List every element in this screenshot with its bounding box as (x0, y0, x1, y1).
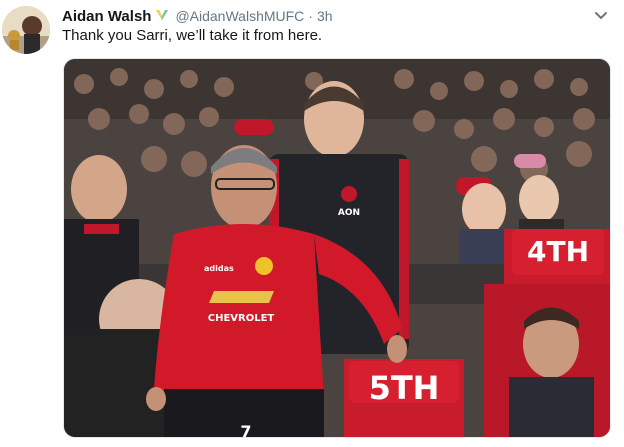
avatar[interactable] (2, 6, 50, 54)
shirt-sponsor: CHEVROLET (208, 313, 275, 324)
verified-badge-icon (155, 8, 169, 24)
shirt-brand: adidas (204, 264, 234, 273)
display-name[interactable]: Aidan Walsh (62, 8, 151, 25)
sign-4th: 4TH (527, 235, 589, 268)
tweet-header: Aidan Walsh @AidanWalshMUFC · 3h (62, 6, 584, 26)
timestamp[interactable]: 3h (317, 8, 333, 24)
user-handle[interactable]: @AidanWalshMUFC (175, 8, 304, 24)
tweet-text: Thank you Sarri, we’ll take it from here… (62, 27, 323, 44)
tweet-media-image[interactable]: AON adidas CHEVROLET 7 4TH 5TH (63, 58, 611, 438)
jacket-sponsor: AON (338, 208, 360, 218)
chevron-down-icon[interactable] (593, 8, 609, 24)
tweet-card: Aidan Walsh @AidanWalshMUFC · 3h Thank y… (0, 0, 624, 447)
sign-5th: 5TH (369, 369, 440, 407)
separator-dot: · (308, 8, 313, 24)
shirt-number: 7 (240, 422, 251, 438)
